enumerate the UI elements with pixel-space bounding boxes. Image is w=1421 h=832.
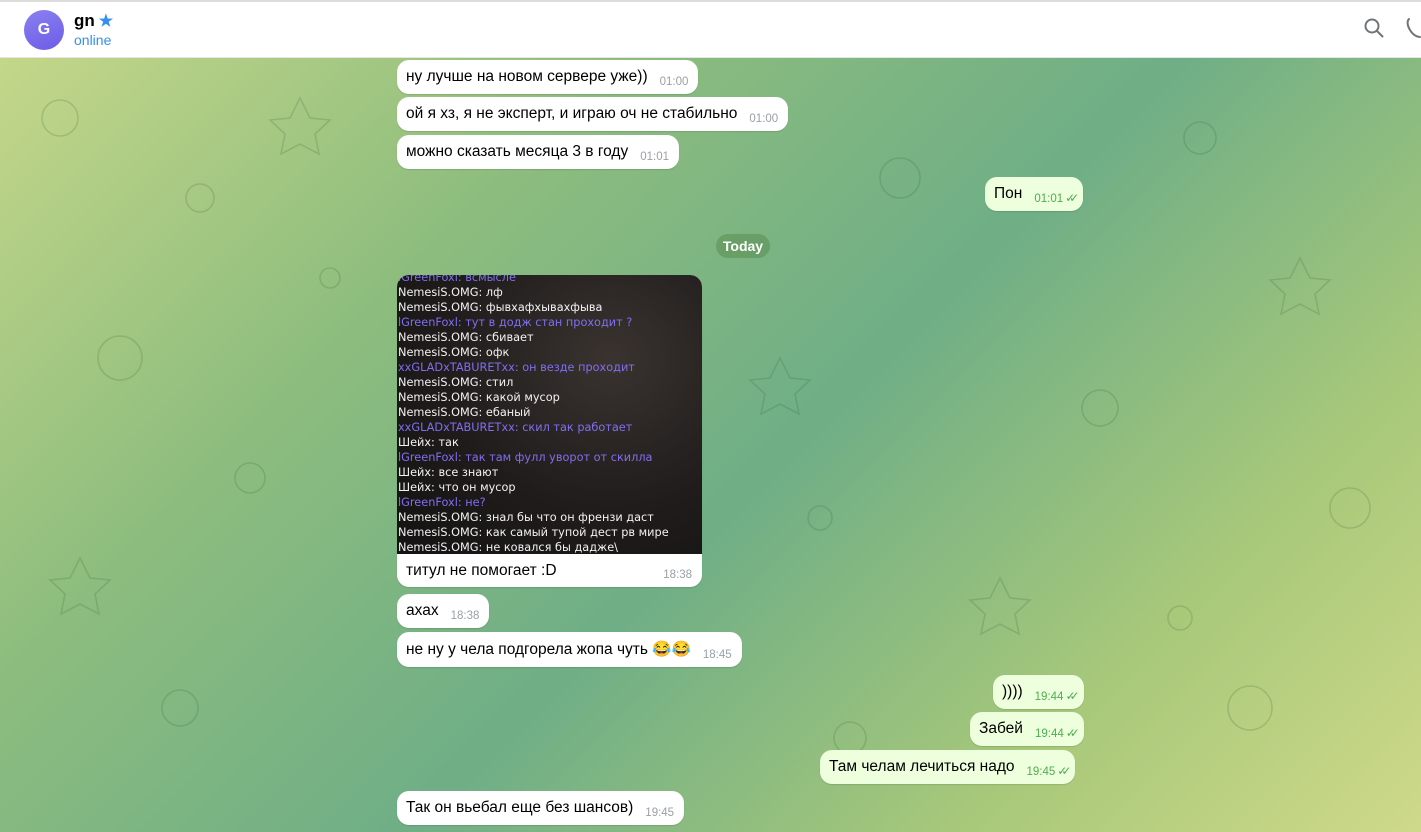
date-separator: Today [716,234,770,258]
message-bubble-incoming[interactable]: ой я хз, я не эксперт, и играю оч не ста… [397,97,789,131]
avatar[interactable]: G [24,10,64,50]
screenshot-line: xxGLADxTABURETxx: скил так работает [398,421,633,434]
message-text: ахах [406,602,439,619]
read-checkmarks-icon: ✓✓ [1065,726,1080,740]
screenshot-chat-log: lGreenFoxl: всмысле NemesiS.OMG: лф Neme… [398,275,701,554]
message-bubble-outgoing[interactable]: )))) 19:44 ✓✓ [993,675,1084,709]
screenshot-line: NemesiS.OMG: фывхафхывахфыва [398,301,603,314]
screenshot-line: NemesiS.OMG: офк [398,346,510,359]
read-checkmarks-icon: ✓✓ [1065,191,1079,205]
message-time: 19:45 [645,807,675,819]
message-bubble-incoming[interactable]: ну лучше на новом сервере уже)) 01:00 [397,60,699,94]
screenshot-line: NemesiS.OMG: как самый тупой дест рв мир… [398,526,669,539]
message-time: 01:01 [1034,193,1064,205]
screenshot-line: xxGLADxTABURETxx: он везде проходит [398,361,635,374]
screenshot-line: NemesiS.OMG: сбивает [398,331,534,344]
premium-star-icon: ★ [98,13,114,30]
message-time: 18:38 [450,610,480,622]
contact-status: online [74,32,112,48]
message-time: 19:44 [1034,728,1064,740]
message-text: )))) [1002,683,1023,700]
message-text: Так он вьебал еще без шансов) [406,799,634,816]
screenshot-line: NemesiS.OMG: не ковался бы дадже\ [398,541,618,554]
message-text: не ну у чела подгорела жопа чуть 😂😂 [406,641,691,658]
message-time: 18:38 [663,569,692,581]
chat-header: G gn ★ online [0,0,1421,58]
screenshot-line: Шейх: все знают [398,466,499,479]
screenshot-line: lGreenFoxl: не? [398,496,486,509]
screenshot-line: lGreenFoxl: так там фулл уворот от скилл… [398,451,653,464]
game-chat-screenshot[interactable]: lGreenFoxl: всмысле NemesiS.OMG: лф Neme… [397,275,702,554]
message-bubble-incoming[interactable]: Так он вьебал еще без шансов) 19:45 [397,791,685,825]
screenshot-line: NemesiS.OMG: лф [398,286,503,299]
message-bubble-outgoing[interactable]: Забей 19:44 ✓✓ [970,712,1084,746]
message-time: 18:45 [702,649,732,661]
message-time: 01:01 [640,151,670,163]
message-bubble-outgoing[interactable]: Там челам лечиться надо 19:45 ✓✓ [820,750,1076,784]
screenshot-line: NemesiS.OMG: знал бы что он френзи даст [398,511,654,524]
photo-message[interactable]: lGreenFoxl: всмысле NemesiS.OMG: лф Neme… [397,275,702,587]
message-text: ну лучше на новом сервере уже)) [406,68,648,85]
screenshot-line: Шейх: так [398,436,459,449]
message-text: Там челам лечиться надо [829,758,1015,775]
message-bubble-incoming[interactable]: можно сказать месяца 3 в году 01:01 [397,135,680,169]
read-checkmarks-icon: ✓✓ [1065,689,1079,703]
message-time: 01:00 [659,76,689,88]
message-text: Пон [994,185,1023,202]
screenshot-line: lGreenFoxl: тут в додж стан проходит ? [398,316,633,329]
message-bubble-incoming[interactable]: не ну у чела подгорела жопа чуть 😂😂 18:45 [397,632,742,667]
message-time: 19:45 [1026,766,1056,778]
message-text: можно сказать месяца 3 в году [406,143,629,160]
search-icon[interactable] [1363,17,1385,39]
screenshot-line: lGreenFoxl: всмысле [398,275,516,284]
message-text: ой я хз, я не эксперт, и играю оч не ста… [406,105,738,122]
phone-call-icon[interactable] [1406,17,1421,39]
chat-background-pattern [41,96,1371,755]
message-text: Забей [979,720,1023,737]
screenshot-line: NemesiS.OMG: ебаный [398,406,531,419]
message-time: 19:44 [1034,691,1064,703]
message-time: 01:00 [749,113,779,125]
photo-caption: титул не помогает :D [406,562,557,579]
read-checkmarks-icon: ✓✓ [1057,764,1071,778]
window-top-border [0,0,1421,2]
contact-name-text[interactable]: gn [74,11,95,31]
message-bubble-outgoing[interactable]: Пон 01:01 ✓✓ [985,177,1084,211]
screenshot-line: NemesiS.OMG: стил [398,376,514,389]
message-bubble-incoming[interactable]: ахах 18:38 [397,594,490,628]
screenshot-line: NemesiS.OMG: какой мусор [398,391,560,404]
screenshot-line: Шейх: что он мусор [398,481,516,494]
contact-name[interactable]: gn ★ [74,11,113,31]
